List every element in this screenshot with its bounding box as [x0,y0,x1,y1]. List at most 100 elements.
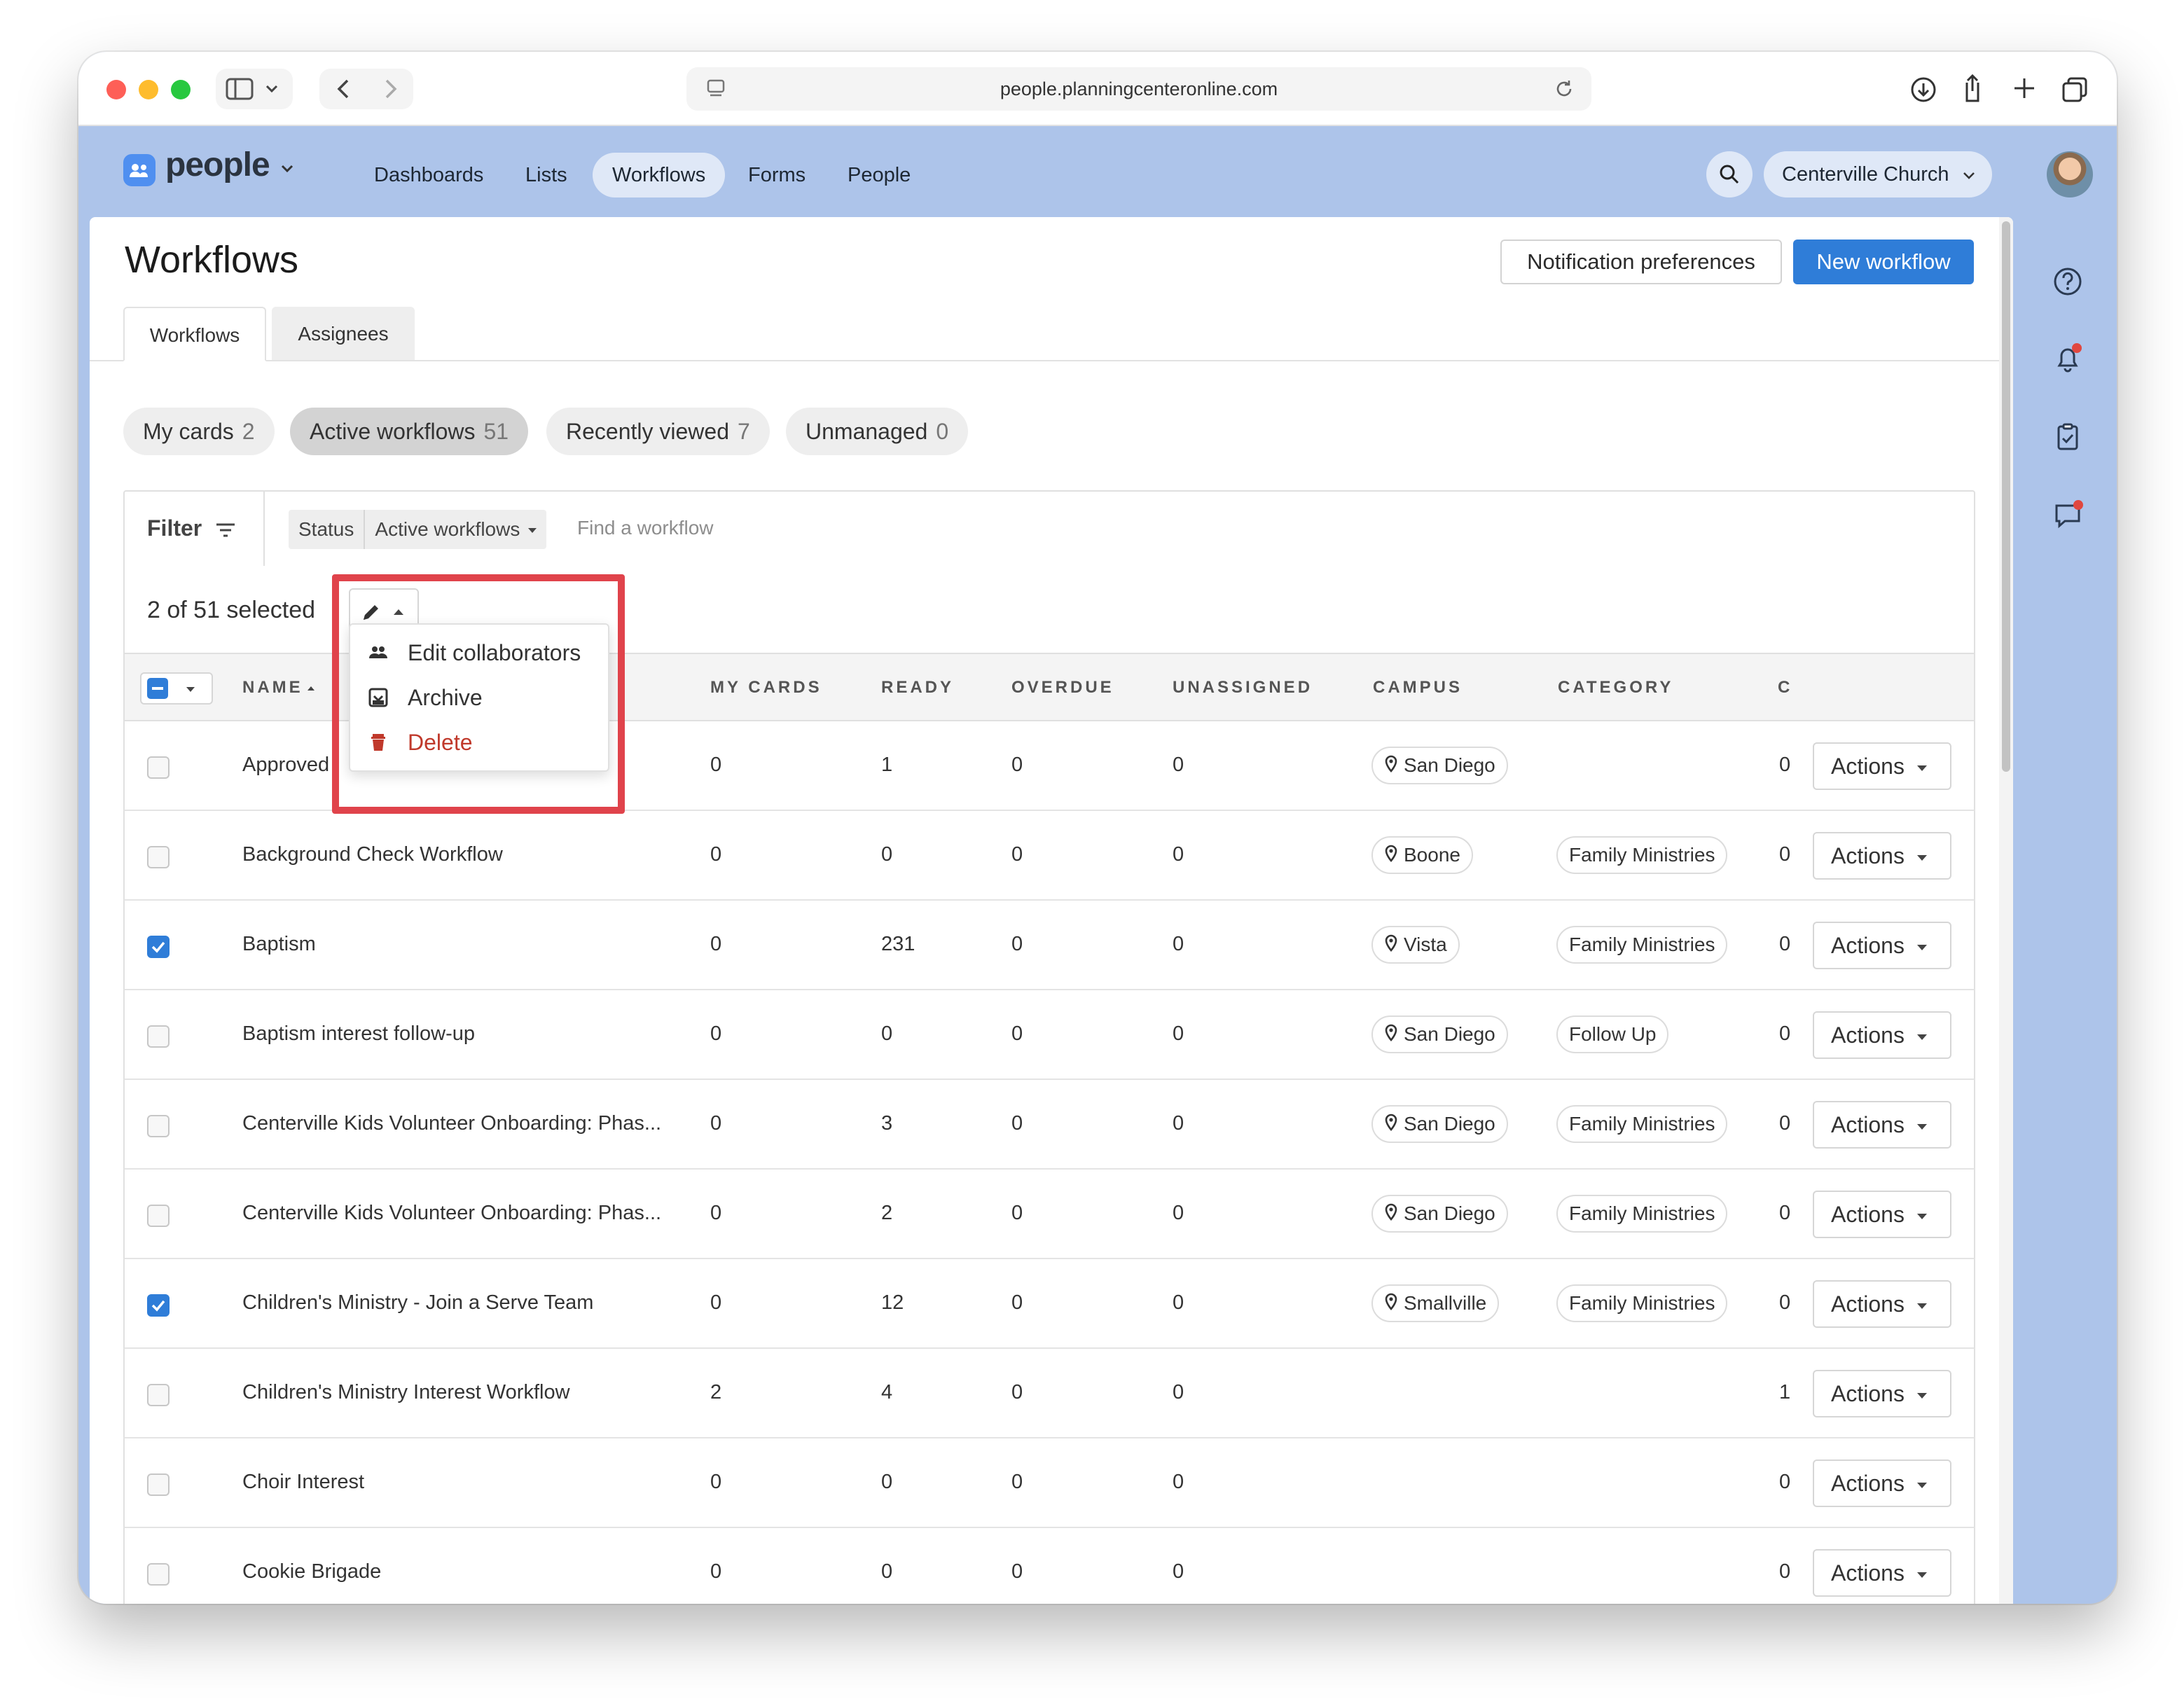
unassigned-count: 0 [1173,1202,1184,1224]
table-row[interactable]: Centerville Kids Volunteer Onboarding: P… [123,1170,1975,1259]
table-row[interactable]: Children's Ministry - Join a Serve Team 0… [123,1259,1975,1349]
back-icon[interactable] [336,78,350,99]
workflow-name[interactable]: Baptism [242,933,316,956]
forward-icon[interactable] [384,78,398,99]
workflow-search-input[interactable]: Find a workflow [577,517,714,539]
workflow-name[interactable]: Approved [242,754,329,777]
new-workflow-button[interactable]: New workflow [1793,240,1974,284]
category-label: Family Ministries [1569,844,1715,866]
row-checkbox[interactable] [147,1115,170,1137]
col-overdue[interactable]: OVERDUE [1011,678,1114,698]
workflow-name[interactable]: Cookie Brigade [242,1560,381,1583]
col-my-cards[interactable]: MY CARDS [710,678,822,698]
chip-unmanaged[interactable]: Unmanaged 0 [786,408,969,455]
overdue-count: 0 [1011,843,1023,866]
actions-button[interactable]: Actions [1813,742,1951,790]
row-checkbox[interactable] [147,756,170,779]
app-name[interactable]: people [165,146,270,184]
plus-icon[interactable] [2012,76,2037,101]
actions-button[interactable]: Actions [1813,1191,1951,1238]
people-logo-icon[interactable] [123,154,155,186]
share-icon[interactable] [1960,73,1985,104]
table-row[interactable]: Choir Interest 0 0 0 0 0 Actions [123,1438,1975,1528]
avatar[interactable] [2047,151,2093,197]
actions-button[interactable]: Actions [1813,1280,1951,1328]
nav-lists[interactable]: Lists [506,153,587,197]
table-row[interactable]: Cookie Brigade 0 0 0 0 0 Actions [123,1528,1975,1604]
chevron-down-icon[interactable] [265,84,279,94]
campus-badge: Vista [1371,926,1460,964]
col-name[interactable]: NAME [242,678,315,698]
chip-recently-viewed[interactable]: Recently viewed 7 [546,408,770,455]
my-cards-count: 2 [710,1381,722,1403]
tab-workflows[interactable]: Workflows [123,307,266,361]
workflow-name[interactable]: Centerville Kids Volunteer Onboarding: P… [242,1112,661,1135]
chip-my-cards[interactable]: My cards 2 [123,408,275,455]
minimize-window-button[interactable] [139,80,158,99]
unassigned-count: 0 [1173,1291,1184,1314]
row-checkbox[interactable] [147,1563,170,1586]
sidebar-toggle[interactable] [216,69,293,109]
workflow-name[interactable]: Baptism interest follow-up [242,1022,475,1046]
maximize-window-button[interactable] [171,80,191,99]
download-icon[interactable] [1909,76,1937,104]
app-switcher-chevron-icon[interactable] [280,164,294,174]
tabs-icon[interactable] [2061,76,2089,104]
actions-label: Actions [1831,1471,1905,1496]
col-c[interactable]: C [1778,678,1792,698]
address-bar[interactable]: people.planningcenteronline.com [686,67,1591,111]
reload-icon[interactable] [1554,78,1575,99]
org-switcher[interactable]: Centerville Church [1764,151,1992,197]
actions-button[interactable]: Actions [1813,1459,1951,1507]
help-icon[interactable] [2048,262,2087,301]
table-row[interactable]: Baptism interest follow-up 0 0 0 0 San Diego F… [123,990,1975,1080]
workflows-panel: Workflows Notification preferences New w… [90,217,2013,1604]
nav-people[interactable]: People [828,153,930,197]
actions-button[interactable]: Actions [1813,1101,1951,1149]
row-checkbox[interactable] [147,1294,170,1317]
close-window-button[interactable] [106,80,126,99]
actions-button[interactable]: Actions [1813,922,1951,969]
nav-forms[interactable]: Forms [728,153,825,197]
workflow-name[interactable]: Children's Ministry - Join a Serve Team [242,1291,593,1315]
select-all-control[interactable] [140,672,213,705]
table-row[interactable]: Children's Ministry Interest Workflow 2 4 0… [123,1349,1975,1438]
row-checkbox[interactable] [147,1384,170,1406]
col-campus[interactable]: CAMPUS [1373,678,1463,698]
select-all-checkbox[interactable] [147,678,168,699]
clipboard-icon[interactable] [2048,417,2087,457]
row-checkbox[interactable] [147,846,170,868]
filter-button[interactable]: Filter [147,515,236,541]
workflow-name[interactable]: Centerville Kids Volunteer Onboarding: P… [242,1202,661,1225]
chat-icon[interactable] [2048,496,2087,535]
pin-icon [1384,749,1398,784]
workflow-name[interactable]: Background Check Workflow [242,843,503,866]
scrollbar-thumb[interactable] [2002,221,2010,772]
scrollbar[interactable] [1999,217,2013,1604]
nav-dashboards[interactable]: Dashboards [354,153,503,197]
row-checkbox[interactable] [147,1473,170,1496]
table-row[interactable]: Background Check Workflow 0 0 0 0 Boone Family… [123,811,1975,901]
col-unassigned[interactable]: UNASSIGNED [1173,678,1313,698]
search-button[interactable] [1706,151,1753,197]
row-checkbox[interactable] [147,936,170,958]
row-checkbox[interactable] [147,1205,170,1227]
table-row[interactable]: Centerville Kids Volunteer Onboarding: P… [123,1080,1975,1170]
workflow-name[interactable]: Choir Interest [242,1471,364,1494]
row-checkbox[interactable] [147,1025,170,1048]
col-category[interactable]: CATEGORY [1558,678,1673,698]
nav-workflows[interactable]: Workflows [593,153,726,197]
status-filter[interactable]: Status Active workflows [289,510,547,549]
col-ready[interactable]: READY [881,678,954,698]
notification-preferences-button[interactable]: Notification preferences [1500,240,1782,284]
chip-active-workflows[interactable]: Active workflows 51 [290,408,529,455]
workflow-name[interactable]: Children's Ministry Interest Workflow [242,1381,570,1404]
table-row[interactable]: Baptism 0 231 0 0 Vista Family Ministries 0 Acti… [123,901,1975,990]
actions-button[interactable]: Actions [1813,1011,1951,1059]
campus-label: Boone [1404,844,1460,866]
tab-assignees[interactable]: Assignees [272,307,415,361]
bell-icon[interactable] [2048,339,2087,378]
actions-button[interactable]: Actions [1813,1549,1951,1597]
actions-button[interactable]: Actions [1813,1370,1951,1417]
actions-button[interactable]: Actions [1813,832,1951,880]
